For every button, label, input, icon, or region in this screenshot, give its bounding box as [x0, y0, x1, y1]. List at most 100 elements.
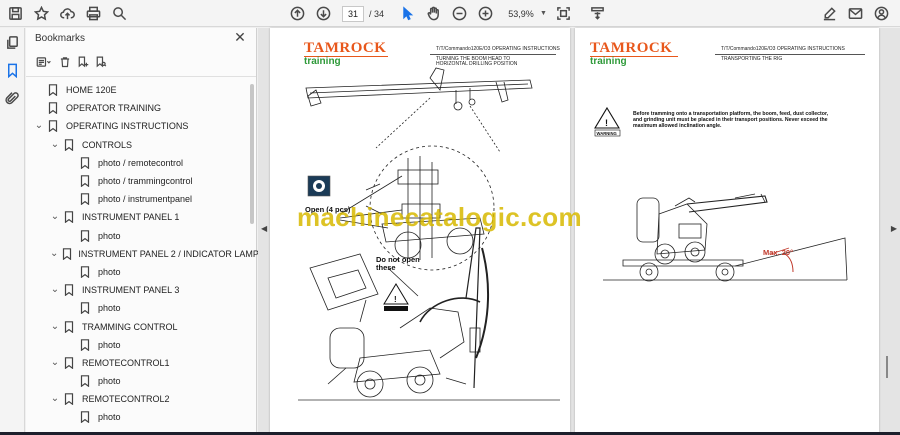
scroll-right-arrow-icon[interactable]: ▶	[891, 224, 897, 233]
zoom-input[interactable]	[502, 5, 541, 22]
bookmark-item[interactable]: ⌄ INSTRUMENT PANEL 1	[26, 208, 248, 226]
trash-icon	[60, 57, 70, 68]
bookmark-icon	[64, 393, 76, 406]
zoom-in-button[interactable]	[472, 1, 498, 27]
bookmark-item[interactable]: photo	[26, 408, 248, 426]
page-fit-button[interactable]	[551, 1, 577, 27]
bookmark-icon	[80, 157, 92, 170]
bookmark-item[interactable]: ⌄ TRAMMING CONTROL	[26, 317, 248, 335]
chevron-down-icon[interactable]: ⌄	[50, 394, 60, 404]
delete-bookmark-button[interactable]	[56, 53, 74, 71]
chevron-down-icon[interactable]: ⌄	[50, 248, 58, 258]
page-number-input[interactable]	[342, 5, 364, 22]
bookmark-icon	[64, 211, 76, 224]
bookmark-item[interactable]: photo / trammingcontrol	[26, 172, 248, 190]
select-tool-button[interactable]	[394, 1, 420, 27]
do-not-open-label: Do not open these	[376, 255, 420, 272]
save-button[interactable]	[2, 0, 28, 26]
bookmark-label: photo	[98, 266, 121, 277]
chevron-down-icon[interactable]: ⌄	[50, 139, 60, 149]
hand-icon	[427, 6, 439, 21]
viewer-scrollbar[interactable]	[886, 356, 888, 378]
save-icon	[8, 6, 22, 20]
panel-divider	[26, 76, 256, 77]
hand-tool-button[interactable]	[420, 1, 446, 27]
panel-scrollbar[interactable]	[250, 84, 254, 224]
close-panel-button[interactable]: ✕	[230, 29, 250, 46]
cloud-upload-icon	[59, 7, 75, 19]
options-menu-button[interactable]	[32, 53, 56, 71]
find-button[interactable]	[106, 0, 132, 26]
attachments-button[interactable]	[0, 84, 25, 112]
bookmark-item[interactable]: photo / remotecontrol	[26, 154, 248, 172]
bookmark-item[interactable]: photo	[26, 227, 248, 245]
next-page-button[interactable]	[310, 1, 336, 27]
page-total: / 34	[369, 8, 385, 19]
bookmark-label: photo	[98, 303, 121, 314]
bookmark-ribbon-icon	[8, 63, 17, 78]
new-bookmark-button[interactable]	[74, 53, 92, 71]
bookmark-label: INSTRUMENT PANEL 3	[82, 285, 180, 296]
previous-page-button[interactable]	[284, 1, 310, 27]
bookmark-label: photo / instrumentpanel	[98, 194, 193, 205]
bookmark-item[interactable]: ⌄ INSTRUMENT PANEL 2 / INDICATOR LAMPS	[26, 245, 265, 263]
bookmark-label: photo	[98, 376, 121, 387]
bookmark-item[interactable]: ⌄ REMOTECONTROL1	[26, 354, 248, 372]
bookmark-icon	[62, 247, 72, 261]
bookmark-label: photo / remotecontrol	[98, 157, 184, 168]
bookmark-item[interactable]: photo	[26, 336, 248, 354]
bookmark-label: INSTRUMENT PANEL 1	[82, 212, 180, 223]
account-button[interactable]	[868, 1, 894, 27]
arrow-down-circle-icon	[316, 6, 330, 21]
chevron-down-icon[interactable]: ⌄	[50, 357, 60, 367]
bookmark-icon	[64, 320, 76, 333]
bookmarks-panel-button[interactable]	[0, 56, 25, 84]
bookmark-item[interactable]: photo / instrumentpanel	[26, 190, 248, 208]
bookmarks-panel: Bookmarks ✕ HOME 120E OPERATOR TRAINING ⌄ O…	[26, 28, 265, 435]
svg-text:!: !	[605, 118, 608, 128]
bookmark-item[interactable]: ⌄ CONTROLS	[26, 136, 248, 154]
page-mode-button[interactable]	[585, 1, 611, 27]
chevron-down-icon[interactable]: ⌄	[50, 212, 60, 222]
bookmark-button[interactable]	[28, 0, 54, 26]
pdf-viewer-app: / 34 ▼	[0, 0, 900, 435]
fit-page-icon	[557, 7, 571, 20]
chevron-down-icon[interactable]: ⌄	[50, 285, 60, 295]
annotate-button[interactable]	[816, 1, 842, 27]
bookmark-icon	[64, 284, 76, 297]
copy-pages-icon	[7, 35, 18, 49]
watermark-text: machinecatalogic.com	[297, 202, 582, 232]
bookmark-label: photo	[98, 230, 121, 241]
warning-sign-text: WARNING	[597, 131, 617, 136]
document-page-right: TAMROCK training T/T/Commando120E/O3 OPE…	[575, 28, 879, 435]
transport-platform-diagram: ! WARNING	[594, 106, 848, 282]
bookmark-label: OPERATOR TRAINING	[66, 103, 162, 114]
close-icon: ✕	[234, 29, 246, 45]
email-button[interactable]	[842, 1, 868, 27]
mail-icon	[848, 8, 862, 19]
bookmark-icon	[80, 411, 92, 424]
bookmark-item[interactable]: photo	[26, 372, 248, 390]
upload-button[interactable]	[54, 0, 80, 26]
bookmark-icon	[64, 357, 76, 370]
zoom-out-button[interactable]	[446, 1, 472, 27]
bookmark-item[interactable]: photo	[26, 263, 248, 281]
bookmark-item[interactable]: ⌄ INSTRUMENT PANEL 3	[26, 281, 248, 299]
scroll-left-arrow-icon[interactable]: ◀	[261, 224, 267, 233]
bookmark-label: REMOTECONTROL1	[82, 357, 170, 368]
find-bookmark-button[interactable]	[92, 53, 110, 71]
chevron-down-icon[interactable]: ⌄	[34, 121, 44, 131]
bookmark-item[interactable]: HOME 120E	[26, 81, 248, 99]
bookmark-icon	[80, 266, 92, 279]
bookmark-item[interactable]: ⌄ REMOTECONTROL2	[26, 390, 248, 408]
bookmark-item[interactable]: ⌄ OPERATING INSTRUCTIONS	[26, 117, 248, 135]
bookmark-label: INSTRUMENT PANEL 2 / INDICATOR LAMPS	[78, 248, 265, 259]
page-thumbnails-button[interactable]	[0, 28, 25, 56]
bookmark-item[interactable]: photo	[26, 299, 248, 317]
chevron-down-icon[interactable]: ⌄	[50, 321, 60, 331]
bookmark-label: HOME 120E	[66, 85, 117, 96]
print-button[interactable]	[80, 0, 106, 26]
zoom-dropdown[interactable]: ▼	[502, 5, 547, 22]
bookmark-item[interactable]: OPERATOR TRAINING	[26, 99, 248, 117]
arrow-up-circle-icon	[290, 6, 304, 21]
